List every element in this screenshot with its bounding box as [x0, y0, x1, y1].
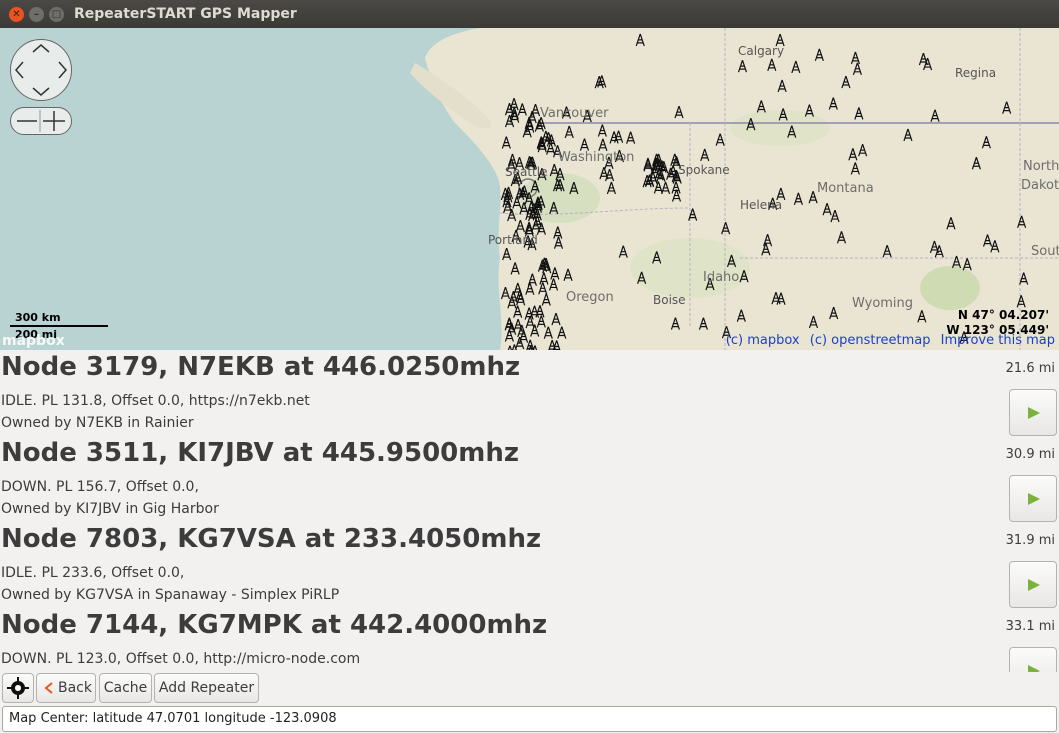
add-repeater-button-label: Add Repeater	[158, 680, 255, 696]
map-label-vancouver: Vancouver	[540, 106, 609, 121]
pan-arrows-icon	[15, 44, 67, 96]
node-title: Node 3511, KI7JBV at 445.9500mhz	[1, 438, 520, 468]
status-bar: Map Center: latitude 47.0701 longitude -…	[2, 706, 1057, 732]
minimize-window-button[interactable]: –	[29, 7, 44, 22]
node-status: DOWN. PL 156.7, Offset 0.0,	[1, 479, 199, 495]
play-button[interactable]	[1009, 389, 1057, 436]
back-button-label: Back	[58, 680, 92, 696]
map-label-north-dakota-2: Dakot	[1021, 178, 1059, 193]
map-label-wyoming: Wyoming	[852, 296, 914, 311]
node-distance: 33.1 mi	[1005, 619, 1055, 634]
mapbox-logo: mapbox	[2, 333, 65, 349]
coord-latitude: N 47° 04.207'	[957, 308, 1049, 322]
title-bar: ✕ – □ RepeaterSTART GPS Mapper	[0, 0, 1059, 28]
node-status: IDLE. PL 131.8, Offset 0.0, https://n7ek…	[1, 393, 310, 409]
repeater-list-item: Node 7144, KG7MPK at 442.4000mhz DOWN. P…	[0, 608, 1059, 672]
node-owner: Owned by KG7VSA in Spanaway - Simplex Pi…	[1, 587, 340, 603]
map-label-regina: Regina	[955, 66, 997, 80]
repeater-list[interactable]: Node 3179, N7EKB at 446.0250mhz IDLE. PL…	[0, 350, 1059, 672]
map-label-south-dakota: Sout	[1031, 244, 1059, 259]
play-icon	[1028, 665, 1040, 672]
play-icon	[1028, 493, 1040, 505]
node-title: Node 7803, KG7VSA at 233.4050mhz	[1, 524, 542, 554]
map-pan-control[interactable]	[10, 39, 72, 101]
map-label-seattle: Seattle	[505, 165, 548, 179]
window-title: RepeaterSTART GPS Mapper	[74, 6, 297, 22]
play-icon	[1028, 579, 1040, 591]
map-zoom-control[interactable]	[10, 107, 72, 135]
play-icon	[1028, 407, 1040, 419]
cache-button-label: Cache	[103, 680, 148, 696]
maximize-window-button[interactable]: □	[49, 7, 64, 22]
map-label-montana: Montana	[817, 181, 874, 196]
map-label-idaho: Idaho	[703, 270, 740, 285]
node-title: Node 3179, N7EKB at 446.0250mhz	[1, 352, 521, 382]
attribution-mapbox-link[interactable]: (c) mapbox	[726, 333, 800, 348]
map-view[interactable]: Calgary Regina Vancouver Washington Seat…	[0, 28, 1059, 350]
close-window-button[interactable]: ✕	[9, 7, 24, 22]
node-title: Node 7144, KG7MPK at 442.4000mhz	[1, 610, 548, 640]
node-status: IDLE. PL 233.6, Offset 0.0,	[1, 565, 185, 581]
node-distance: 31.9 mi	[1005, 533, 1055, 548]
map-label-boise: Boise	[653, 293, 686, 307]
node-distance: 21.6 mi	[1005, 361, 1055, 376]
map-label-oregon: Oregon	[566, 290, 614, 305]
map-label-helena: Helena	[740, 198, 783, 212]
zoom-minus-plus-icon	[17, 110, 65, 132]
node-owner: Owned by KI7JBV in Gig Harbor	[1, 501, 219, 517]
node-status: DOWN. PL 123.0, Offset 0.0, http://micro…	[1, 651, 361, 667]
node-distance: 30.9 mi	[1005, 447, 1055, 462]
scale-km-label: 300 km	[15, 311, 61, 324]
improve-map-link[interactable]: Improve this map	[941, 333, 1055, 348]
play-button[interactable]	[1009, 475, 1057, 522]
map-label-spokane: Spokane	[678, 163, 730, 177]
node-owner: Owned by N7EKB in Rainier	[1, 415, 194, 431]
crosshair-icon	[7, 677, 29, 699]
bottom-toolbar: Back Cache Add Repeater	[0, 672, 1059, 705]
play-button[interactable]	[1009, 561, 1057, 608]
map-label-washington: Washington	[558, 150, 635, 165]
add-repeater-button[interactable]: Add Repeater	[154, 673, 259, 703]
attribution-osm-link[interactable]: (c) openstreetmap	[810, 333, 931, 348]
chevron-left-icon	[44, 682, 53, 694]
map-label-north-dakota-1: North	[1023, 159, 1059, 174]
cache-button[interactable]: Cache	[99, 673, 152, 703]
map-label-portland: Portland	[488, 233, 538, 247]
map-label-calgary: Calgary	[738, 44, 785, 58]
back-button[interactable]: Back	[36, 673, 96, 703]
repeater-list-item: Node 3179, N7EKB at 446.0250mhz IDLE. PL…	[0, 350, 1059, 436]
map-attribution: (c) mapbox (c) openstreetmap Improve thi…	[720, 333, 1055, 348]
repeater-list-item: Node 7803, KG7VSA at 233.4050mhz IDLE. P…	[0, 522, 1059, 608]
repeater-list-item: Node 3511, KI7JBV at 445.9500mhz DOWN. P…	[0, 436, 1059, 522]
gps-locate-button[interactable]	[2, 673, 34, 703]
play-button[interactable]	[1009, 647, 1057, 672]
